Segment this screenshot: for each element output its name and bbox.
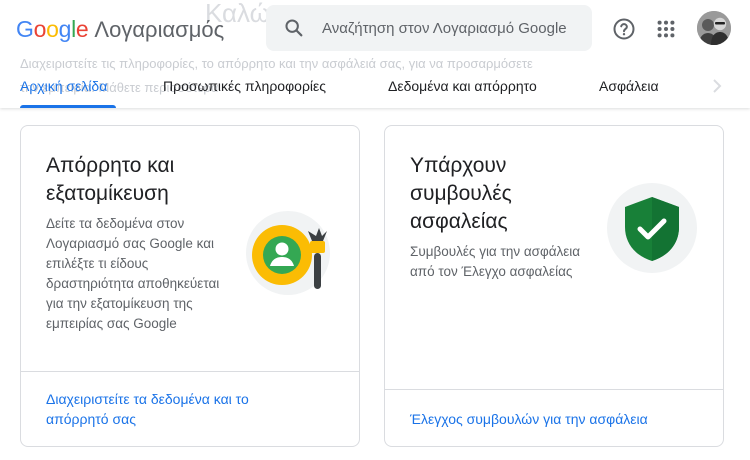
product-name: Λογαριασμός [94, 17, 225, 42]
tab-home[interactable]: Αρχική σελίδα [20, 78, 107, 94]
card-title: Απόρρητο και εξατομίκευση [46, 154, 175, 205]
card-title: Υπάρχουν συμβουλές ασφαλείας [410, 154, 512, 233]
card-divider [385, 389, 723, 390]
top-app-bar: Καλώς Διαχειριστείτε τις πληροφορίες, το… [0, 0, 750, 108]
tab-personal-info[interactable]: Προσωπικές πληροφορίες [163, 78, 326, 94]
search-input[interactable] [322, 19, 582, 37]
chevron-right-icon[interactable] [711, 78, 723, 94]
google-logo: Google [16, 16, 89, 42]
manage-data-privacy-link[interactable]: Διαχειριστείτε τα δεδομένα και το απόρρη… [46, 389, 306, 429]
card-description: Συμβουλές για την ασφάλεια από τον Έλεγχ… [410, 244, 581, 279]
security-shield-check-icon [607, 183, 697, 273]
check-security-tips-link[interactable]: Έλεγχος συμβουλών για την ασφάλεια [410, 409, 670, 429]
privacy-personalization-card[interactable]: Απόρρητο και εξατομίκευση Δείτε τα δεδομ… [20, 125, 360, 447]
google-account-logo[interactable]: Google Λογαριασμός [16, 16, 224, 46]
security-tips-card[interactable]: Υπάρχουν συμβουλές ασφαλείας Συμβουλές γ… [384, 125, 724, 447]
privacy-personalization-illustration [246, 211, 330, 295]
tab-data-privacy[interactable]: Δεδομένα και απόρρητο [388, 78, 537, 94]
navigation-tabs: Αρχική σελίδα Προσωπικές πληροφορίες Δεδ… [0, 66, 750, 108]
tab-security[interactable]: Ασφάλεια [599, 78, 659, 94]
help-icon[interactable] [611, 16, 637, 42]
search-icon[interactable] [274, 5, 314, 51]
card-divider [21, 371, 359, 372]
avatar[interactable] [697, 11, 731, 45]
search-bar[interactable] [266, 5, 592, 51]
active-tab-indicator [20, 105, 116, 108]
apps-grid-icon[interactable] [653, 16, 679, 42]
card-description: Δείτε τα δεδομένα στον Λογαριασμό σας Go… [46, 216, 220, 331]
